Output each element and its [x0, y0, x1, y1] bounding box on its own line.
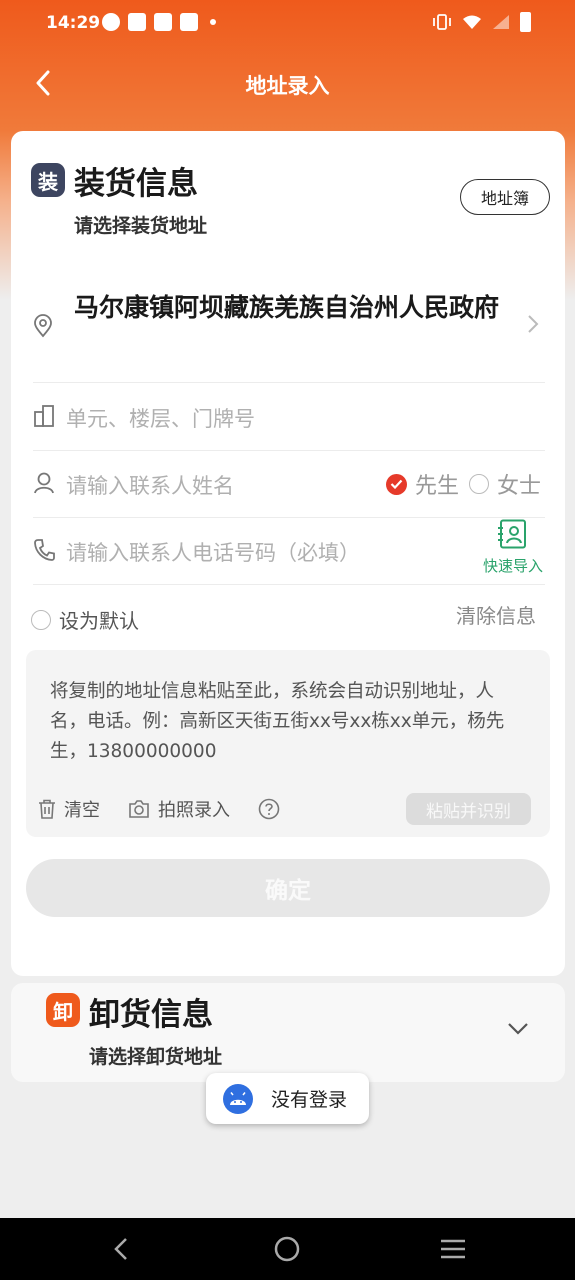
person-icon: [32, 471, 56, 495]
radio-icon: [469, 474, 489, 494]
divider: [33, 517, 545, 518]
contact-name-input[interactable]: 请输入联系人姓名: [66, 470, 234, 500]
gender-female-label: 女士: [497, 474, 542, 499]
trash-icon: [39, 799, 55, 819]
battery-icon: [520, 12, 531, 32]
divider: [33, 382, 545, 383]
divider: [33, 450, 545, 451]
location-pin-icon: [31, 314, 55, 338]
quick-import-label: 快速导入: [482, 557, 543, 575]
unloading-info-card[interactable]: 卸 卸货信息 请选择卸货地址: [11, 983, 565, 1082]
system-icons: [432, 12, 531, 32]
paste-toolbar: 清空 拍照录入: [38, 796, 308, 822]
question-icon: [258, 798, 280, 820]
gender-female-option[interactable]: 女士: [469, 468, 541, 500]
photo-input-button[interactable]: 拍照录入: [128, 796, 230, 822]
clear-button[interactable]: 清空: [38, 796, 100, 822]
unloading-badge: 卸: [46, 993, 80, 1027]
system-nav-bar: [0, 1218, 575, 1280]
wifi-icon: [463, 15, 481, 29]
app-header: 地址录入: [0, 56, 575, 112]
help-button[interactable]: [258, 798, 280, 820]
nav-home-icon: [274, 1236, 300, 1262]
unloading-section-subtitle: 请选择卸货地址: [89, 1046, 223, 1068]
status-time: 14:29: [46, 13, 101, 33]
divider: [33, 584, 545, 585]
check-icon: [386, 473, 407, 495]
set-default-option[interactable]: 设为默认: [31, 605, 139, 634]
page-title: 地址录入: [245, 74, 330, 98]
android-icon: [223, 1083, 253, 1114]
app-notification-icon: [102, 13, 120, 31]
gender-male-option[interactable]: 先生: [386, 468, 459, 500]
camera-icon: [129, 800, 149, 818]
paste-recognize-button[interactable]: 粘贴并识别: [406, 793, 531, 825]
contact-card-icon: [498, 519, 526, 549]
clear-label: 清空: [64, 800, 100, 821]
status-bar: 14:29: [0, 0, 575, 48]
set-default-label: 设为默认: [59, 609, 139, 633]
nav-recents-button[interactable]: [438, 1234, 468, 1264]
nav-menu-icon: [441, 1239, 465, 1259]
nav-home-button[interactable]: [272, 1234, 302, 1264]
notification-icons: [102, 13, 216, 31]
vibrate-icon: [433, 14, 451, 30]
gender-male-label: 先生: [415, 474, 460, 499]
radio-icon: [31, 609, 51, 630]
nav-back-button[interactable]: [106, 1234, 136, 1264]
loading-section-title: 装货信息: [74, 166, 198, 202]
login-toast: 没有登录: [206, 1073, 369, 1124]
more-notifications-icon: [210, 19, 216, 25]
address-book-button[interactable]: 地址簿: [460, 179, 550, 215]
unit-input[interactable]: 单元、楼层、门牌号: [66, 403, 255, 433]
unloading-section-title: 卸货信息: [89, 997, 213, 1033]
quick-import-button[interactable]: 快速导入: [477, 519, 549, 576]
mail-notification-icon: [154, 13, 172, 31]
loading-info-card: 装 装货信息 请选择装货地址 地址簿 马尔康镇阿坝藏族羌族自治州人民政府 单元、…: [11, 131, 565, 976]
photo-input-label: 拍照录入: [158, 800, 230, 821]
phone-icon: [32, 538, 56, 562]
confirm-button[interactable]: 确定: [26, 859, 550, 917]
mail-notification-icon: [128, 13, 146, 31]
signal-icon: [493, 15, 509, 29]
mail-notification-icon: [180, 13, 198, 31]
nav-back-icon: [114, 1238, 127, 1260]
smart-paste-area[interactable]: 将复制的地址信息粘贴至此，系统会自动识别地址，人名，电话。例：高新区天街五街xx…: [26, 650, 550, 837]
toast-text: 没有登录: [271, 1089, 348, 1111]
chevron-right-icon[interactable]: [527, 314, 539, 338]
clear-info-button[interactable]: 清除信息: [456, 600, 536, 629]
loading-badge: 装: [31, 163, 65, 197]
contact-phone-input[interactable]: 请输入联系人电话号码（必填）: [66, 537, 360, 567]
loading-address[interactable]: 马尔康镇阿坝藏族羌族自治州人民政府: [74, 289, 514, 327]
building-icon: [32, 404, 56, 428]
paste-hint-text[interactable]: 将复制的地址信息粘贴至此，系统会自动识别地址，人名，电话。例：高新区天街五街xx…: [50, 677, 530, 767]
loading-section-subtitle: 请选择装货地址: [74, 215, 208, 237]
chevron-down-icon[interactable]: [507, 1021, 529, 1040]
